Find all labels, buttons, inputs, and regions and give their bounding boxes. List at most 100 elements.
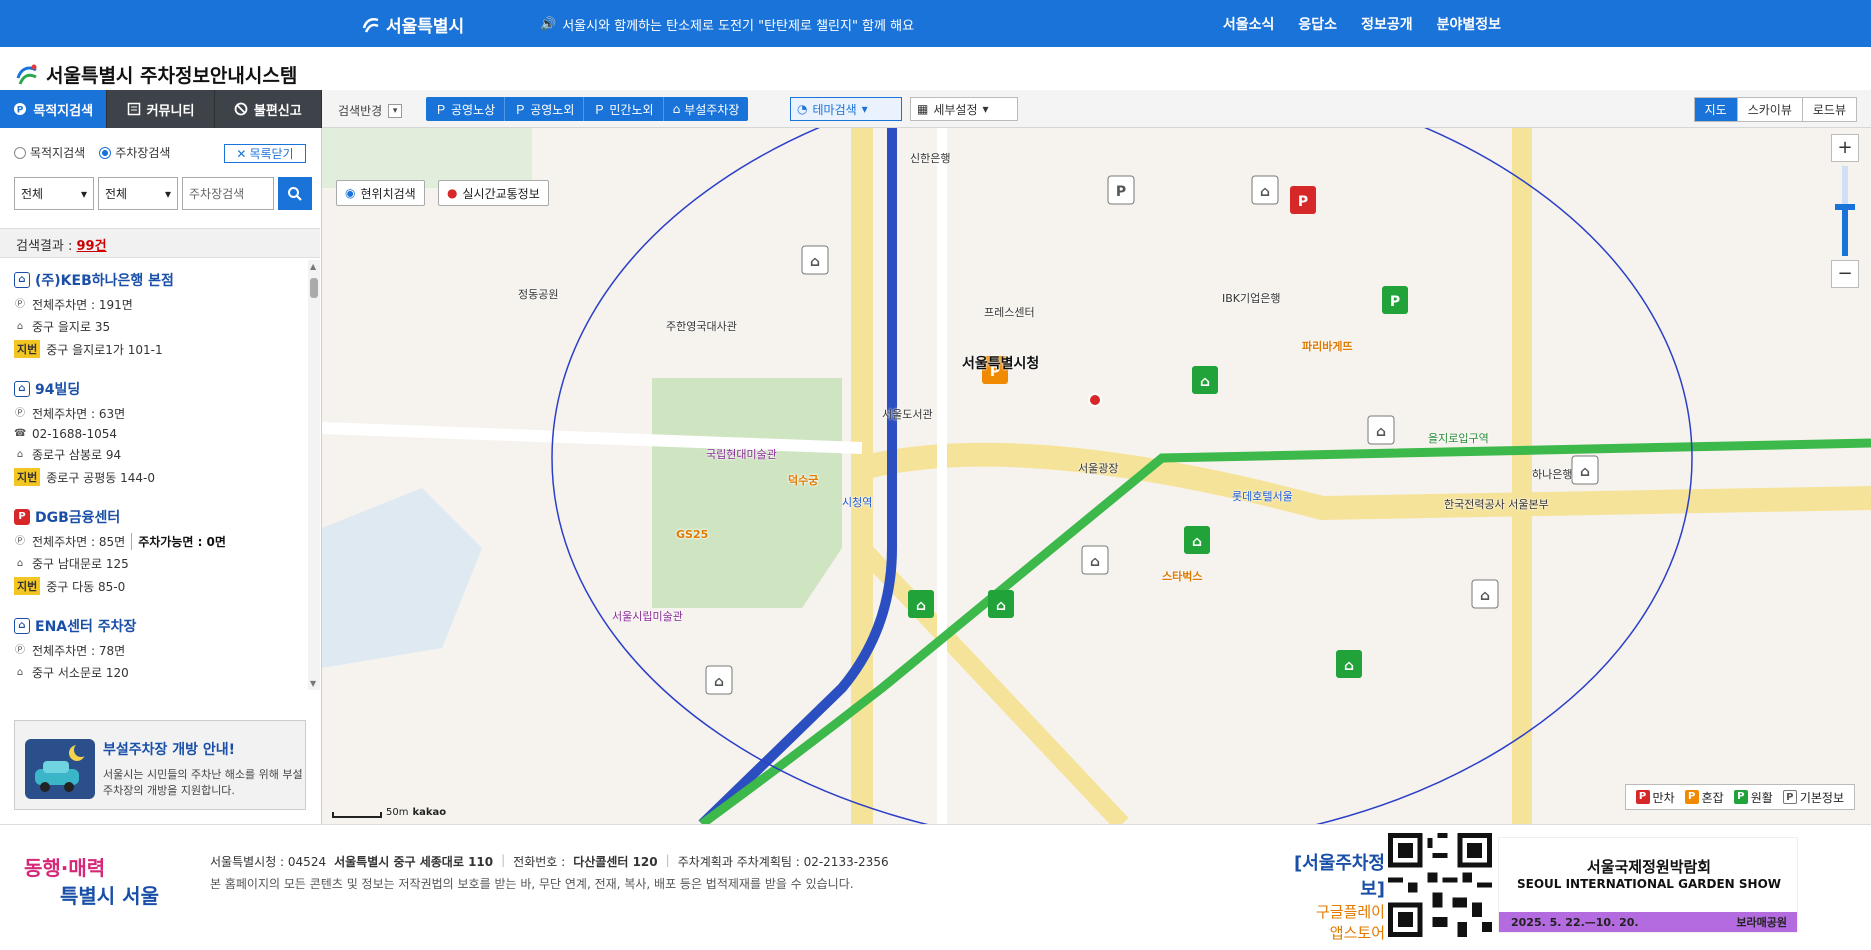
- scroll-thumb[interactable]: [310, 278, 318, 298]
- select-value: 전체: [21, 187, 44, 201]
- parking-marker: ⌂: [1081, 545, 1109, 575]
- result-scrollbar[interactable]: ▲ ▼: [308, 260, 320, 690]
- notice[interactable]: 🔊 서울시와 함께하는 탄소제로 도전기 "탄탄제로 챌린지" 함께 해요: [540, 15, 914, 34]
- home-icon: ⌂: [16, 666, 24, 678]
- notice-text: 서울시와 함께하는 탄소제로 도전기 "탄탄제로 챌린지" 함께 해요: [562, 19, 915, 34]
- app-store-link[interactable]: 앱스토어: [1270, 922, 1385, 943]
- smooth-parking-icon: P: [1733, 790, 1748, 804]
- view-skyview[interactable]: 스카이뷰: [1737, 98, 1803, 121]
- expo-place: 보라매공원: [1736, 916, 1787, 929]
- filter-public-street[interactable]: Ｐ 공영노상: [426, 97, 506, 121]
- theme-icon: ◔: [797, 102, 808, 116]
- home-icon: ⌂: [16, 448, 24, 460]
- tab-destination-search[interactable]: P 목적지검색: [0, 90, 108, 128]
- parking-marker: ⌂: [801, 245, 829, 275]
- current-location-button[interactable]: ◉ 현위치검색: [336, 180, 425, 206]
- phone-label: 전화번호 :: [513, 855, 566, 869]
- copyright: 본 홈페이지의 모든 콘텐츠 및 정보는 저작권법의 보호를 받는 바, 무단 …: [210, 877, 854, 891]
- green-area: [322, 128, 532, 188]
- search-radius[interactable]: 검색반경 ▾: [338, 102, 403, 119]
- garden-show-banner[interactable]: 서울국제정원박람회 SEOUL INTERNATIONAL GARDEN SHO…: [1498, 837, 1798, 933]
- road-address: 종로구 삼봉로 94: [32, 448, 122, 462]
- filter-label: 공영노상: [451, 102, 496, 117]
- type-select[interactable]: 전체 ▾: [98, 177, 178, 210]
- open-parking-banner[interactable]: 부설주차장 개방 안내! 서울시는 시민들의 주차난 해소를 위해 부설주차장의…: [14, 720, 306, 810]
- map-label: 덕수궁: [788, 474, 819, 487]
- view-map[interactable]: 지도: [1694, 98, 1738, 121]
- busy-parking-icon: P: [1684, 790, 1699, 804]
- filter-attached[interactable]: ⌂ 부설주차장: [664, 97, 749, 121]
- total-spaces: 전체주차면 : 191면: [32, 298, 133, 312]
- svg-text:⌂: ⌂: [810, 254, 820, 270]
- svg-text:동행·매력: 동행·매력: [24, 856, 105, 880]
- list-item[interactable]: ⌂ (주)KEB하나은행 본점 Ⓟ 전체주차면 : 191면 ⌂ 중구 을지로 35 …: [0, 260, 308, 369]
- legend-label: 혼잡: [1701, 790, 1724, 805]
- radio-parking[interactable]: 주차장검색: [99, 144, 170, 161]
- zoom-slider[interactable]: [1835, 166, 1855, 256]
- map-label: 하나은행: [1532, 468, 1573, 481]
- qr-code: [1388, 833, 1492, 937]
- map-label: 국립현대미술관: [706, 448, 777, 461]
- map-canvas: P P P ⌂ ⌂ ⌂ ⌂ ⌂ ⌂ ⌂ P ⌂ ⌂ ⌂ ⌂ ⌂: [322, 128, 1871, 824]
- kakao-logo: kakao: [412, 807, 447, 818]
- filter-public-offstreet[interactable]: Ｐ 공영노외: [505, 97, 585, 121]
- map-area[interactable]: P P P ⌂ ⌂ ⌂ ⌂ ⌂ ⌂ ⌂ P ⌂ ⌂ ⌂ ⌂ ⌂ ◉ 현위치검색 …: [322, 128, 1871, 824]
- traffic-info-button[interactable]: ● 실시간교통정보: [438, 180, 549, 206]
- map-label: 시청역: [842, 496, 873, 509]
- map-label: 서울도서관: [882, 408, 933, 421]
- footer-contact: 서울특별시청 : 04524 서울특별시 중구 세종대로 110 | 전화번호 …: [210, 853, 889, 870]
- theme-search[interactable]: ◔ 테마검색 ▾: [790, 97, 902, 121]
- banner-desc: 서울시는 시민들의 주차난 해소를 위해 부설주차장의 개방을 지원합니다.: [103, 768, 303, 797]
- google-play-link[interactable]: 구글플레이: [1270, 901, 1385, 922]
- scale-bar: [332, 812, 382, 818]
- map-view-type: 지도 스카이뷰 로드뷰: [1693, 97, 1857, 122]
- svg-text:⌂: ⌂: [996, 598, 1006, 614]
- search-button[interactable]: [278, 177, 312, 210]
- close-list-button[interactable]: ✕ 목록닫기: [224, 144, 306, 163]
- dropdown-arrow-icon[interactable]: ▾: [388, 103, 403, 118]
- svg-text:⌂: ⌂: [916, 598, 926, 614]
- map-label: 신한은행: [910, 152, 951, 165]
- list-item[interactable]: P DGB금융센터 Ⓟ 전체주차면 : 85면 주차가능면 : 0면 ⌂ 중구 남대문로…: [0, 497, 308, 606]
- phone-icon: ☎: [14, 428, 27, 439]
- view-roadview[interactable]: 로드뷰: [1802, 98, 1856, 121]
- result-count[interactable]: 99건: [77, 239, 107, 254]
- zoom-out-button[interactable]: −: [1831, 260, 1859, 288]
- scroll-down-icon[interactable]: ▼: [310, 679, 316, 688]
- seoul-logo[interactable]: 서울특별시: [360, 12, 464, 37]
- grid-icon: ▦: [917, 102, 929, 116]
- jibun-address: 종로구 공평동 144-0: [46, 470, 155, 485]
- road-address: 중구 서소문로 120: [32, 666, 129, 680]
- separator: |: [665, 853, 670, 867]
- dropdown-arrow-icon: ▾: [861, 102, 868, 116]
- zoom-knob[interactable]: [1835, 203, 1855, 210]
- parking-marker: ⌂: [1471, 579, 1499, 609]
- detail-settings[interactable]: ▦ 세부설정 ▾: [910, 97, 1018, 121]
- zoom-in-button[interactable]: +: [1831, 134, 1859, 162]
- system-title[interactable]: 서울특별시 주차정보안내시스템: [14, 61, 297, 88]
- district-select[interactable]: 전체 ▾: [14, 177, 94, 210]
- pin-icon: P: [14, 103, 27, 116]
- attached-parking-icon: ⌂: [14, 618, 30, 634]
- parking-name: ENA센터 주차장: [35, 619, 137, 635]
- menu-eungdapso[interactable]: 응답소: [1298, 14, 1337, 34]
- tab-community[interactable]: 커뮤니티: [107, 90, 215, 128]
- parking-marker: ⌂: [1571, 455, 1599, 485]
- radio-destination[interactable]: 목적지검색: [14, 144, 85, 161]
- menu-info-open[interactable]: 정보공개: [1361, 14, 1413, 34]
- tab-complaint[interactable]: 불편신고: [214, 90, 322, 128]
- parking-search-input[interactable]: 주차장검색: [182, 177, 274, 210]
- list-item[interactable]: ⌂ 94빌딩 Ⓟ 전체주차면 : 63면 ☎ 02-1688-1054 ⌂ 종로구 삼봉…: [0, 369, 308, 497]
- zoom-level-fill: [1842, 206, 1848, 256]
- scroll-up-icon[interactable]: ▲: [310, 262, 316, 271]
- menu-by-field[interactable]: 분야별정보: [1437, 14, 1501, 34]
- zoom-control: + −: [1831, 134, 1859, 304]
- filter-private-offstreet[interactable]: Ｐ 민간노외: [584, 97, 664, 121]
- parking-icon: Ⓟ: [15, 644, 25, 656]
- svg-text:⌂: ⌂: [1480, 588, 1490, 604]
- parking-marker: ⌂: [1336, 650, 1362, 678]
- list-item[interactable]: ⌂ ENA센터 주차장 Ⓟ 전체주차면 : 78면 ⌂ 중구 서소문로 120: [0, 606, 308, 690]
- dropdown-arrow-icon: ▾: [80, 186, 87, 201]
- menu-seoul-news[interactable]: 서울소식: [1223, 14, 1275, 34]
- search-icon: [288, 186, 302, 201]
